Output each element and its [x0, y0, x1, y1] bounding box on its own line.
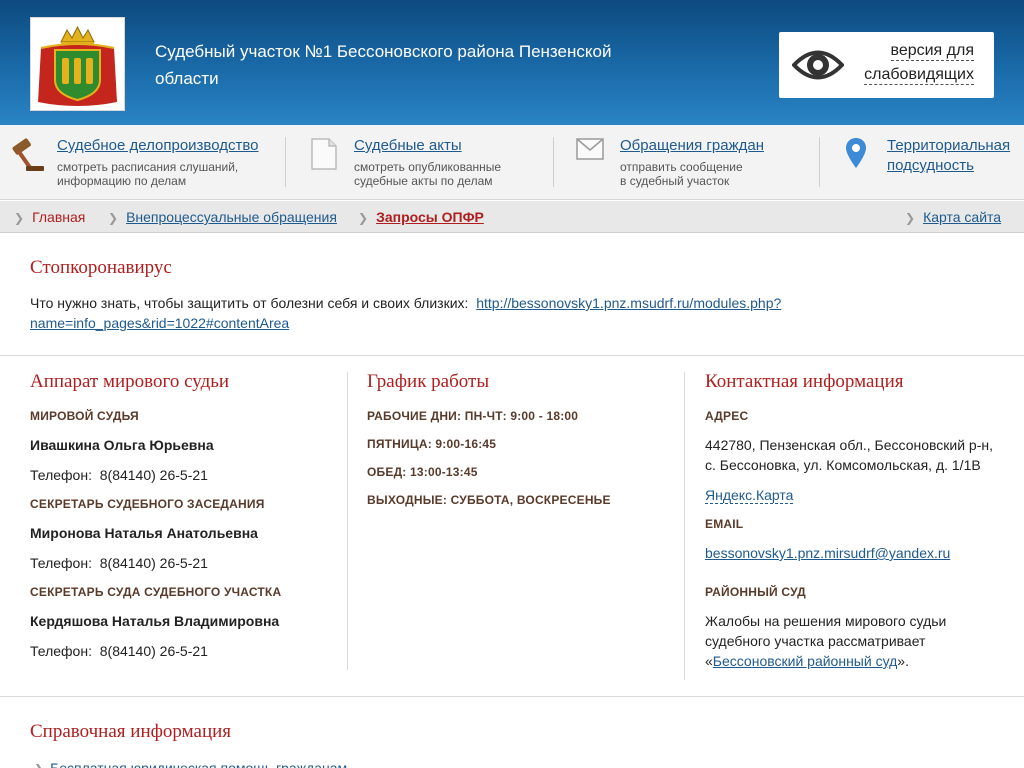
district-court-link[interactable]: Бессоновский районный суд [713, 653, 898, 669]
nav-separator [553, 137, 554, 187]
column-divider [347, 372, 348, 670]
notice-title: Стопкоронавирус [30, 257, 172, 278]
chevron-right-icon: ❯ [34, 762, 44, 768]
staff-phone: Телефон: 8(84140) 26-5-21 [30, 555, 208, 571]
divider [0, 696, 1024, 697]
nav-desc-citizen-appeals: отправить сообщение в судебный участок [620, 160, 743, 188]
nav-link-case-management[interactable]: Судебное делопроизводство [57, 137, 259, 154]
reference-item[interactable]: ❯Бесплатная юридическая помощь гражданам [34, 758, 347, 768]
schedule-title: График работы [367, 371, 490, 392]
nav-item-jurisdiction[interactable]: Территориальная подсудность [845, 125, 1020, 200]
main-navigation: Судебное делопроизводство смотреть распи… [0, 125, 1024, 200]
schedule-row: РАБОЧИЕ ДНИ: ПН-ЧТ: 9:00 - 18:00 [367, 409, 579, 423]
low-vision-button[interactable]: версия для слабовидящих [779, 32, 994, 98]
yandex-map-link[interactable]: Яндекс.Карта [705, 485, 794, 505]
gavel-icon [12, 138, 44, 171]
nav-item-citizen-appeals[interactable]: Обращения граждан отправить сообщение в с… [576, 125, 816, 200]
address-label: АДРЕС [705, 409, 749, 423]
district-court-label: РАЙОННЫЙ СУД [705, 585, 806, 599]
nav-item-court-acts[interactable]: Судебные акты смотреть опубликованные суд… [310, 125, 550, 200]
staff-role: МИРОВОЙ СУДЬЯ [30, 409, 139, 423]
breadcrumb-home[interactable]: ❯ Главная [14, 209, 85, 225]
map-pin-icon [846, 138, 866, 168]
staff-phone: Телефон: 8(84140) 26-5-21 [30, 467, 208, 483]
staff-phone: Телефон: 8(84140) 26-5-21 [30, 643, 208, 659]
nav-link-citizen-appeals[interactable]: Обращения граждан [620, 137, 764, 154]
schedule-row: ВЫХОДНЫЕ: СУББОТА, ВОСКРЕСЕНЬЕ [367, 493, 611, 507]
breadcrumb-section[interactable]: ❯ Внепроцессуальные обращения [108, 209, 337, 225]
sitemap-link[interactable]: ❯ Карта сайта [905, 209, 1001, 225]
nav-separator [285, 137, 286, 187]
coat-of-arms-icon [38, 25, 117, 106]
notice-text: Что нужно знать, чтобы защитить от болез… [30, 295, 782, 331]
staff-title: Аппарат мирового судьи [30, 371, 230, 392]
column-divider [684, 372, 685, 680]
schedule-row: ОБЕД: 13:00-13:45 [367, 465, 478, 479]
low-vision-label: версия для слабовидящих [864, 42, 974, 85]
email-link[interactable]: bessonovsky1.pnz.mirsudrf@yandex.ru [705, 543, 950, 563]
nav-link-jurisdiction[interactable]: Территориальная подсудность [887, 136, 1010, 176]
schedule-row: ПЯТНИЦА: 9:00-16:45 [367, 437, 497, 451]
eye-icon [792, 50, 844, 80]
coat-of-arms-logo[interactable] [30, 17, 125, 111]
site-header: Судебный участок №1 Бессоновского района… [0, 0, 1024, 125]
staff-name: Ивашкина Ольга Юрьевна [30, 437, 214, 453]
nav-desc-court-acts: смотреть опубликованные судебные акты по … [354, 160, 502, 188]
divider [0, 355, 1024, 356]
staff-name: Кердяшова Наталья Владимировна [30, 613, 280, 629]
contacts-title: Контактная информация [705, 371, 904, 392]
nav-link-court-acts[interactable]: Судебные акты [354, 137, 462, 154]
nav-desc-case-management: смотреть расписания слушаний, информацию … [57, 160, 239, 188]
site-title: Судебный участок №1 Бессоновского района… [155, 42, 612, 88]
document-icon [311, 138, 337, 170]
staff-role: СЕКРЕТАРЬ СУДЕБНОГО ЗАСЕДАНИЯ [30, 497, 265, 511]
email-label: EMAIL [705, 517, 744, 531]
staff-role: СЕКРЕТАРЬ СУДА СУДЕБНОГО УЧАСТКА [30, 585, 282, 599]
district-court-text: Жалобы на решения мирового судьи судебно… [705, 613, 947, 669]
reference-title: Справочная информация [30, 721, 232, 742]
nav-separator [819, 137, 820, 187]
envelope-icon [576, 138, 604, 160]
breadcrumb-current[interactable]: ❯ Запросы ОПФР [358, 209, 484, 225]
nav-item-case-management[interactable]: Судебное делопроизводство смотреть распи… [10, 125, 280, 200]
address-text: 442780, Пензенская обл., Бессоновский р-… [705, 437, 993, 473]
breadcrumb: ❯ Главная ❯ Внепроцессуальные обращения ❯ З… [0, 201, 1024, 233]
staff-name: Миронова Наталья Анатольевна [30, 525, 258, 541]
